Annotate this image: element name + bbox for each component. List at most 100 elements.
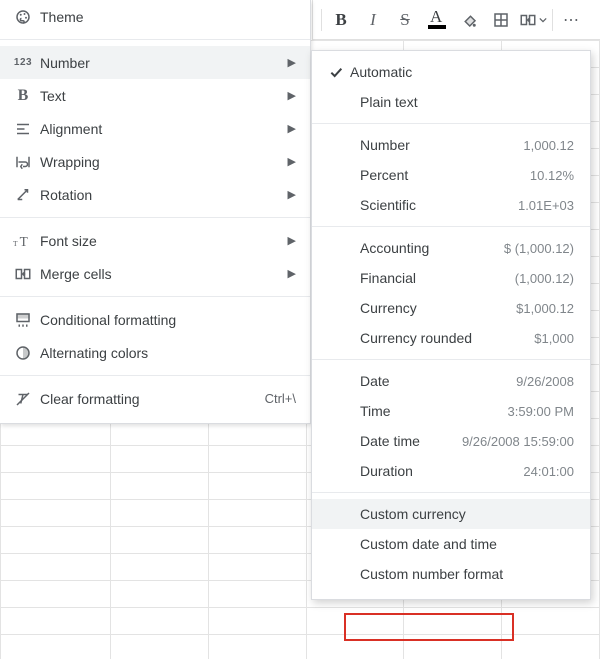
- submenu-item-sample: 9/26/2008: [516, 374, 574, 389]
- menu-item-merge-cells[interactable]: Merge cells ▶: [0, 257, 310, 290]
- italic-icon: I: [370, 10, 376, 30]
- more-button[interactable]: ⋯: [557, 6, 587, 34]
- submenu-item-custom-currency[interactable]: Custom currency: [312, 499, 590, 529]
- submenu-item-time[interactable]: Time 3:59:00 PM: [312, 396, 590, 426]
- menu-item-alternating-colors[interactable]: Alternating colors: [0, 336, 310, 369]
- submenu-item-label: Duration: [360, 463, 523, 479]
- menu-separator: [312, 492, 590, 493]
- text-color-button[interactable]: A: [422, 6, 452, 34]
- submenu-item-label: Percent: [360, 167, 530, 183]
- menu-item-label: Theme: [36, 9, 296, 25]
- alternating-colors-icon: [10, 344, 36, 362]
- submenu-item-label: Automatic: [350, 64, 574, 80]
- submenu-item-date[interactable]: Date 9/26/2008: [312, 366, 590, 396]
- menu-item-font-size[interactable]: TT Font size ▶: [0, 224, 310, 257]
- submenu-item-financial[interactable]: Financial (1,000.12): [312, 263, 590, 293]
- menu-item-alignment[interactable]: Alignment ▶: [0, 112, 310, 145]
- menu-item-shortcut: Ctrl+\: [265, 391, 296, 406]
- chevron-right-icon: ▶: [288, 89, 296, 102]
- bold-button[interactable]: B: [326, 6, 356, 34]
- strikethrough-button[interactable]: S: [390, 6, 420, 34]
- number-123-icon: 123: [10, 57, 36, 68]
- svg-text:T: T: [20, 234, 28, 249]
- submenu-item-plain-text[interactable]: Plain text: [312, 87, 590, 117]
- wrap-icon: [10, 153, 36, 171]
- submenu-item-scientific[interactable]: Scientific 1.01E+03: [312, 190, 590, 220]
- borders-button[interactable]: [486, 6, 516, 34]
- menu-separator: [0, 39, 310, 40]
- menu-item-label: Wrapping: [36, 154, 288, 170]
- more-icon: ⋯: [563, 10, 581, 30]
- submenu-item-label: Currency rounded: [360, 330, 534, 346]
- chevron-right-icon: ▶: [288, 267, 296, 280]
- menu-item-number[interactable]: 123 Number ▶: [0, 46, 310, 79]
- submenu-item-duration[interactable]: Duration 24:01:00: [312, 456, 590, 486]
- submenu-item-sample: 9/26/2008 15:59:00: [462, 434, 574, 449]
- menu-item-label: Alignment: [36, 121, 288, 137]
- menu-item-text[interactable]: B Text ▶: [0, 79, 310, 112]
- submenu-item-label: Accounting: [360, 240, 504, 256]
- submenu-item-sample: $ (1,000.12): [504, 241, 574, 256]
- chevron-right-icon: ▶: [288, 56, 296, 69]
- menu-item-theme[interactable]: Theme: [0, 0, 310, 33]
- submenu-item-custom-number-format[interactable]: Custom number format: [312, 559, 590, 589]
- menu-item-clear-formatting[interactable]: Clear formatting Ctrl+\: [0, 382, 310, 415]
- submenu-item-label: Time: [360, 403, 508, 419]
- menu-item-label: Alternating colors: [36, 345, 296, 361]
- submenu-item-currency-rounded[interactable]: Currency rounded $1,000: [312, 323, 590, 353]
- submenu-item-date-time[interactable]: Date time 9/26/2008 15:59:00: [312, 426, 590, 456]
- fill-color-button[interactable]: [454, 6, 484, 34]
- bold-b-icon: B: [10, 87, 36, 105]
- submenu-item-accounting[interactable]: Accounting $ (1,000.12): [312, 233, 590, 263]
- menu-separator: [312, 226, 590, 227]
- submenu-item-percent[interactable]: Percent 10.12%: [312, 160, 590, 190]
- number-submenu: Automatic Plain text Number 1,000.12 Per…: [311, 50, 591, 600]
- toolbar-separator: [552, 9, 553, 31]
- menu-item-label: Conditional formatting: [36, 312, 296, 328]
- submenu-item-sample: 24:01:00: [523, 464, 574, 479]
- font-size-icon: TT: [10, 232, 36, 250]
- align-icon: [10, 120, 36, 138]
- palette-icon: [10, 8, 36, 26]
- toolbar: B I S A ⋯: [312, 0, 600, 40]
- submenu-item-sample: 1,000.12: [523, 138, 574, 153]
- submenu-item-sample: $1,000: [534, 331, 574, 346]
- menu-item-label: Font size: [36, 233, 288, 249]
- fill-color-icon: [460, 11, 478, 29]
- submenu-item-label: Number: [360, 137, 523, 153]
- menu-separator: [0, 296, 310, 297]
- submenu-item-label: Plain text: [360, 94, 574, 110]
- submenu-item-label: Custom date and time: [360, 536, 574, 552]
- submenu-item-label: Custom number format: [360, 566, 574, 582]
- menu-separator: [312, 123, 590, 124]
- submenu-item-label: Date time: [360, 433, 462, 449]
- text-color-icon: A: [426, 9, 448, 31]
- submenu-item-label: Currency: [360, 300, 516, 316]
- menu-item-rotation[interactable]: Rotation ▶: [0, 178, 310, 211]
- menu-item-label: Clear formatting: [36, 391, 265, 407]
- submenu-item-custom-date-time[interactable]: Custom date and time: [312, 529, 590, 559]
- bold-icon: B: [335, 10, 346, 30]
- submenu-item-automatic[interactable]: Automatic: [312, 57, 590, 87]
- submenu-item-label: Financial: [360, 270, 515, 286]
- format-menu: Theme 123 Number ▶ B Text ▶ Alignment ▶ …: [0, 0, 311, 424]
- submenu-item-sample: $1,000.12: [516, 301, 574, 316]
- menu-item-wrapping[interactable]: Wrapping ▶: [0, 145, 310, 178]
- check-icon: [322, 64, 350, 80]
- merge-cells-icon: [10, 265, 36, 283]
- menu-separator: [0, 217, 310, 218]
- submenu-item-number[interactable]: Number 1,000.12: [312, 130, 590, 160]
- submenu-item-sample: (1,000.12): [515, 271, 574, 286]
- italic-button[interactable]: I: [358, 6, 388, 34]
- menu-item-label: Text: [36, 88, 288, 104]
- toolbar-separator: [321, 9, 322, 31]
- menu-item-label: Rotation: [36, 187, 288, 203]
- submenu-item-currency[interactable]: Currency $1,000.12: [312, 293, 590, 323]
- chevron-right-icon: ▶: [288, 234, 296, 247]
- chevron-right-icon: ▶: [288, 122, 296, 135]
- merge-cells-button[interactable]: [518, 6, 548, 34]
- menu-item-conditional-formatting[interactable]: Conditional formatting: [0, 303, 310, 336]
- submenu-item-sample: 1.01E+03: [518, 198, 574, 213]
- merge-cells-icon: [519, 11, 537, 29]
- chevron-right-icon: ▶: [288, 155, 296, 168]
